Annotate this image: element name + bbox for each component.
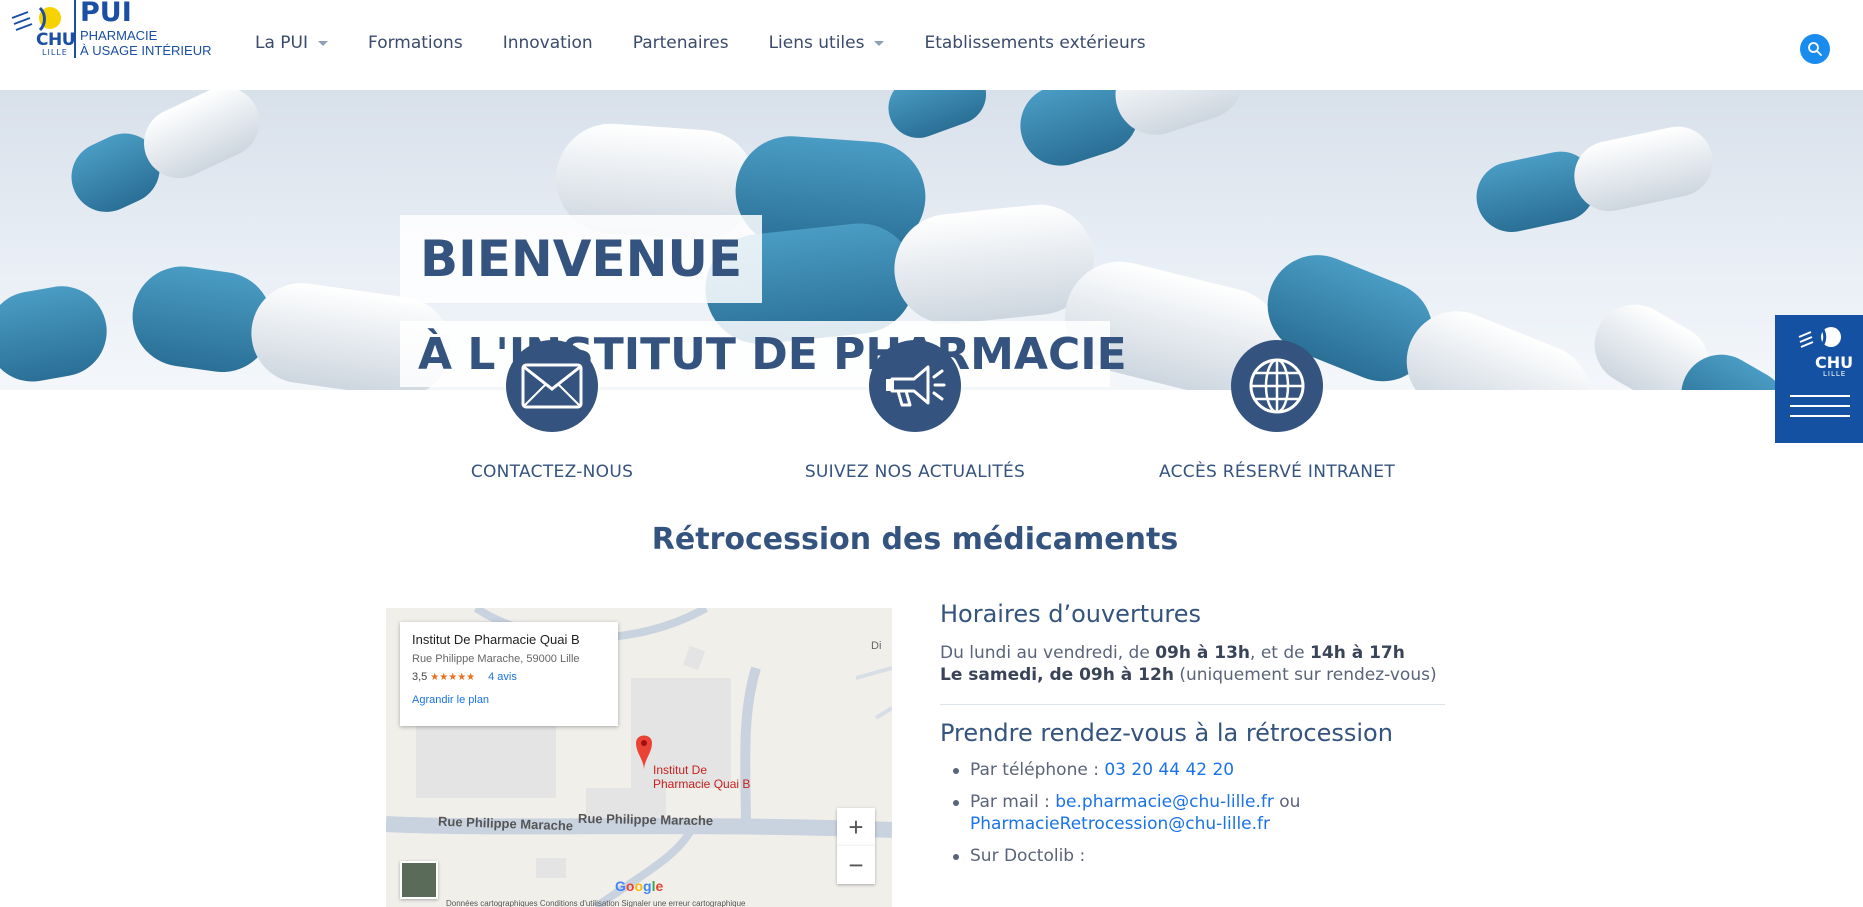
nav-item-label: La PUI bbox=[255, 33, 309, 53]
quick-link-label: ACCÈS RÉSERVÉ INTRANET bbox=[1158, 462, 1396, 482]
map-place-address: Rue Philippe Marache, 59000 Lille bbox=[412, 653, 580, 665]
appointment-options: Par téléphone : 03 20 44 42 20 Par mail … bbox=[940, 759, 1445, 867]
map-satellite-toggle[interactable] bbox=[400, 861, 438, 899]
retrocession-info: Horaires d’ouvertures Du lundi au vendre… bbox=[940, 600, 1445, 877]
mail-label: Par mail : bbox=[970, 792, 1056, 812]
hours-weekday-middle: , et de bbox=[1250, 643, 1311, 663]
logo-subtitle-line1: PHARMACIE bbox=[80, 28, 158, 43]
google-logo: Google bbox=[615, 878, 664, 894]
quick-link-circle bbox=[869, 340, 961, 432]
map-zoom-out-button[interactable]: − bbox=[837, 846, 875, 884]
hours-weekday-afternoon: 14h à 17h bbox=[1310, 643, 1405, 663]
doctolib-label: Sur Doctolib : bbox=[970, 846, 1086, 866]
hero-title-line1: BIENVENUE bbox=[400, 215, 763, 303]
search-button[interactable] bbox=[1800, 34, 1830, 64]
site-header: CHU LILLE PUI PHARMACIE À USAGE INTÉRIEU… bbox=[0, 0, 1863, 90]
hours-weekday-morning: 09h à 13h bbox=[1155, 643, 1251, 663]
pui-logo[interactable]: CHU LILLE PUI PHARMACIE À USAGE INTÉRIEU… bbox=[10, 0, 220, 62]
nav-item-label: Innovation bbox=[502, 33, 593, 53]
nav-item-label: Etablissements extérieurs bbox=[924, 33, 1146, 53]
logo-divider bbox=[74, 0, 76, 58]
map-corner-label: Di bbox=[871, 640, 882, 652]
main-nav: La PUI Formations Innovation Partenaires… bbox=[255, 28, 1186, 58]
list-item: Sur Doctolib : bbox=[940, 845, 1445, 867]
phone-link[interactable]: 03 20 44 42 20 bbox=[1104, 760, 1234, 780]
mail-link-2[interactable]: PharmacieRetrocession@chu-lille.fr bbox=[970, 814, 1270, 834]
nav-item-liens-utiles[interactable]: Liens utiles bbox=[769, 28, 885, 58]
logo-subtitle-line2: À USAGE INTÉRIEUR bbox=[80, 43, 212, 58]
chevron-down-icon bbox=[874, 40, 885, 46]
logo-pui-text: PUI bbox=[80, 0, 132, 28]
chevron-down-icon bbox=[318, 40, 329, 46]
map-pin-label-line2: Pharmacie Quai B bbox=[653, 777, 751, 791]
megaphone-icon bbox=[886, 365, 946, 407]
map-place-rating: 3,5 ★★★★★ 4 avis bbox=[412, 671, 606, 683]
globe-icon bbox=[1249, 358, 1305, 414]
map-pin-label: Institut De Pharmacie Quai B bbox=[653, 763, 750, 791]
map-rating-value: 3,5 bbox=[412, 671, 428, 683]
hours-weekday: Du lundi au vendredi, de 09h à 13h, et d… bbox=[940, 642, 1445, 664]
map-place-name: Institut De Pharmacie Quai B bbox=[412, 632, 580, 647]
quick-link-intranet[interactable]: ACCÈS RÉSERVÉ INTRANET bbox=[1147, 340, 1407, 482]
map-street-label: Rue Philippe Marache bbox=[577, 810, 714, 829]
logo-subtitle: PHARMACIE À USAGE INTÉRIEUR bbox=[80, 28, 211, 58]
nav-item-partenaires[interactable]: Partenaires bbox=[633, 28, 729, 58]
divider bbox=[940, 704, 1445, 705]
nav-item-label: Partenaires bbox=[632, 33, 729, 53]
hours-saturday-note: (uniquement sur rendez-vous) bbox=[1173, 665, 1437, 685]
hours-weekday-prefix: Du lundi au vendredi, de bbox=[940, 643, 1156, 663]
nav-item-label: Formations bbox=[368, 33, 463, 53]
quick-link-label: CONTACTEZ-NOUS bbox=[470, 462, 634, 482]
quick-link-circle bbox=[506, 340, 598, 432]
hours-saturday: Le samedi, de 09h à 12h (uniquement sur … bbox=[940, 664, 1445, 686]
search-icon bbox=[1808, 42, 1822, 56]
side-menu-tab[interactable]: CHU LILLE bbox=[1775, 315, 1863, 443]
nav-item-la-pui[interactable]: La PUI bbox=[255, 28, 329, 58]
map-zoom-in-button[interactable]: + bbox=[837, 808, 875, 846]
nav-item-label: Liens utiles bbox=[768, 33, 865, 53]
quick-link-label: SUIVEZ NOS ACTUALITÉS bbox=[804, 462, 1026, 482]
nav-item-innovation[interactable]: Innovation bbox=[503, 28, 593, 58]
map-footer[interactable]: Données cartographiques Conditions d'uti… bbox=[446, 899, 746, 907]
logo-chu-text: CHU bbox=[36, 30, 76, 50]
map-place-card: Institut De Pharmacie Quai B Rue Philipp… bbox=[400, 622, 618, 726]
mail-link-1[interactable]: be.pharmacie@chu-lille.fr bbox=[1055, 792, 1274, 812]
hours-heading: Horaires d’ouvertures bbox=[940, 600, 1202, 628]
map-pin-label-line1: Institut De bbox=[653, 763, 708, 777]
quick-link-contact[interactable]: CONTACTEZ-NOUS bbox=[422, 340, 682, 482]
quick-link-news[interactable]: SUIVEZ NOS ACTUALITÉS bbox=[785, 340, 1045, 482]
chu-logo-mark-icon bbox=[1798, 326, 1841, 348]
map-enlarge-link[interactable]: Agrandir le plan bbox=[412, 694, 606, 706]
map-reviews-link[interactable]: 4 avis bbox=[488, 671, 517, 683]
list-item: Par mail : be.pharmacie@chu-lille.fr ou … bbox=[940, 791, 1445, 835]
nav-item-etablissements[interactable]: Etablissements extérieurs bbox=[924, 28, 1145, 58]
list-item: Par téléphone : 03 20 44 42 20 bbox=[940, 759, 1445, 781]
opening-hours: Du lundi au vendredi, de 09h à 13h, et d… bbox=[940, 642, 1445, 686]
google-map[interactable]: Institut De Pharmacie Quai B Rue Philipp… bbox=[386, 608, 892, 907]
logo-lille-text: LILLE bbox=[42, 48, 68, 57]
envelope-icon bbox=[521, 363, 583, 409]
side-tab-lille-text: LILLE bbox=[1823, 370, 1847, 378]
appointment-heading: Prendre rendez-vous à la rétrocession bbox=[940, 719, 1393, 747]
nav-item-formations[interactable]: Formations bbox=[368, 28, 463, 58]
section-title: Rétrocession des médicaments bbox=[651, 522, 1179, 557]
mail-or: ou bbox=[1273, 792, 1301, 812]
star-rating-icon: ★★★★★ bbox=[430, 671, 476, 683]
phone-label: Par téléphone : bbox=[970, 760, 1105, 780]
hours-saturday-time: Le samedi, de 09h à 12h bbox=[940, 665, 1174, 685]
quick-link-circle bbox=[1231, 340, 1323, 432]
